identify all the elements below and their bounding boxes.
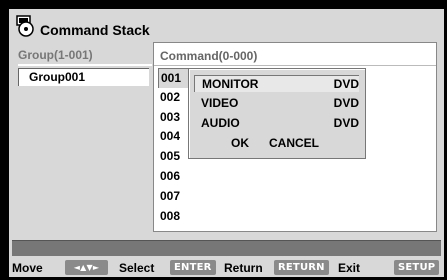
enter-key: ENTER [170, 260, 216, 275]
ok-button[interactable]: OK [231, 136, 249, 150]
popup-row-value: DVD [333, 116, 359, 130]
setup-key: SETUP [394, 260, 440, 275]
title-bar: Command Stack [15, 13, 150, 39]
popup-row-value: DVD [333, 96, 359, 110]
command-number-item[interactable]: 004 [158, 127, 190, 147]
cancel-button[interactable]: CANCEL [269, 136, 319, 150]
page-title: Command Stack [40, 22, 150, 38]
footer-help-bar: Move ◄▲▼► Select ENTER Return RETURN Exi… [9, 259, 444, 277]
command-number-item[interactable]: 006 [158, 167, 190, 187]
command-number-item[interactable]: 003 [158, 108, 190, 128]
move-label: Move [12, 261, 43, 275]
command-number-item[interactable]: 007 [158, 187, 190, 207]
group-header: Group(1-001) [18, 48, 93, 62]
command-divider [154, 65, 436, 66]
disc-tray-icon [16, 15, 34, 37]
select-label: Select [119, 261, 155, 275]
group-divider [18, 64, 152, 66]
command-number-item[interactable]: 005 [158, 147, 190, 167]
command-number-list: 001 002 003 004 005 006 007 008 [158, 68, 190, 226]
return-label: Return [224, 261, 263, 275]
status-bar [12, 240, 441, 256]
command-number-item[interactable]: 001 [158, 68, 190, 88]
command-popup-menu: MONITOR DVD VIDEO DVD AUDIO DVD OK CANCE… [188, 68, 366, 159]
popup-row-value: DVD [333, 77, 359, 91]
arrow-pad-icon: ◄▲▼► [65, 260, 108, 275]
command-number-item[interactable]: 008 [158, 207, 190, 227]
return-key: RETURN [274, 260, 329, 275]
popup-row-label: VIDEO [201, 96, 239, 110]
popup-row-monitor[interactable]: MONITOR DVD [194, 75, 359, 92]
popup-row-label: AUDIO [201, 116, 240, 130]
popup-row-audio[interactable]: AUDIO DVD [194, 115, 359, 132]
command-number-item[interactable]: 002 [158, 88, 190, 108]
popup-row-label: MONITOR [202, 77, 259, 91]
command-header: Command(0-000) [160, 49, 258, 63]
group-item[interactable]: Group001 [18, 68, 149, 86]
exit-label: Exit [338, 261, 361, 275]
command-stack-screen: Command Stack Group(1-001) Group001 Comm… [9, 9, 444, 277]
popup-row-video[interactable]: VIDEO DVD [194, 95, 359, 112]
